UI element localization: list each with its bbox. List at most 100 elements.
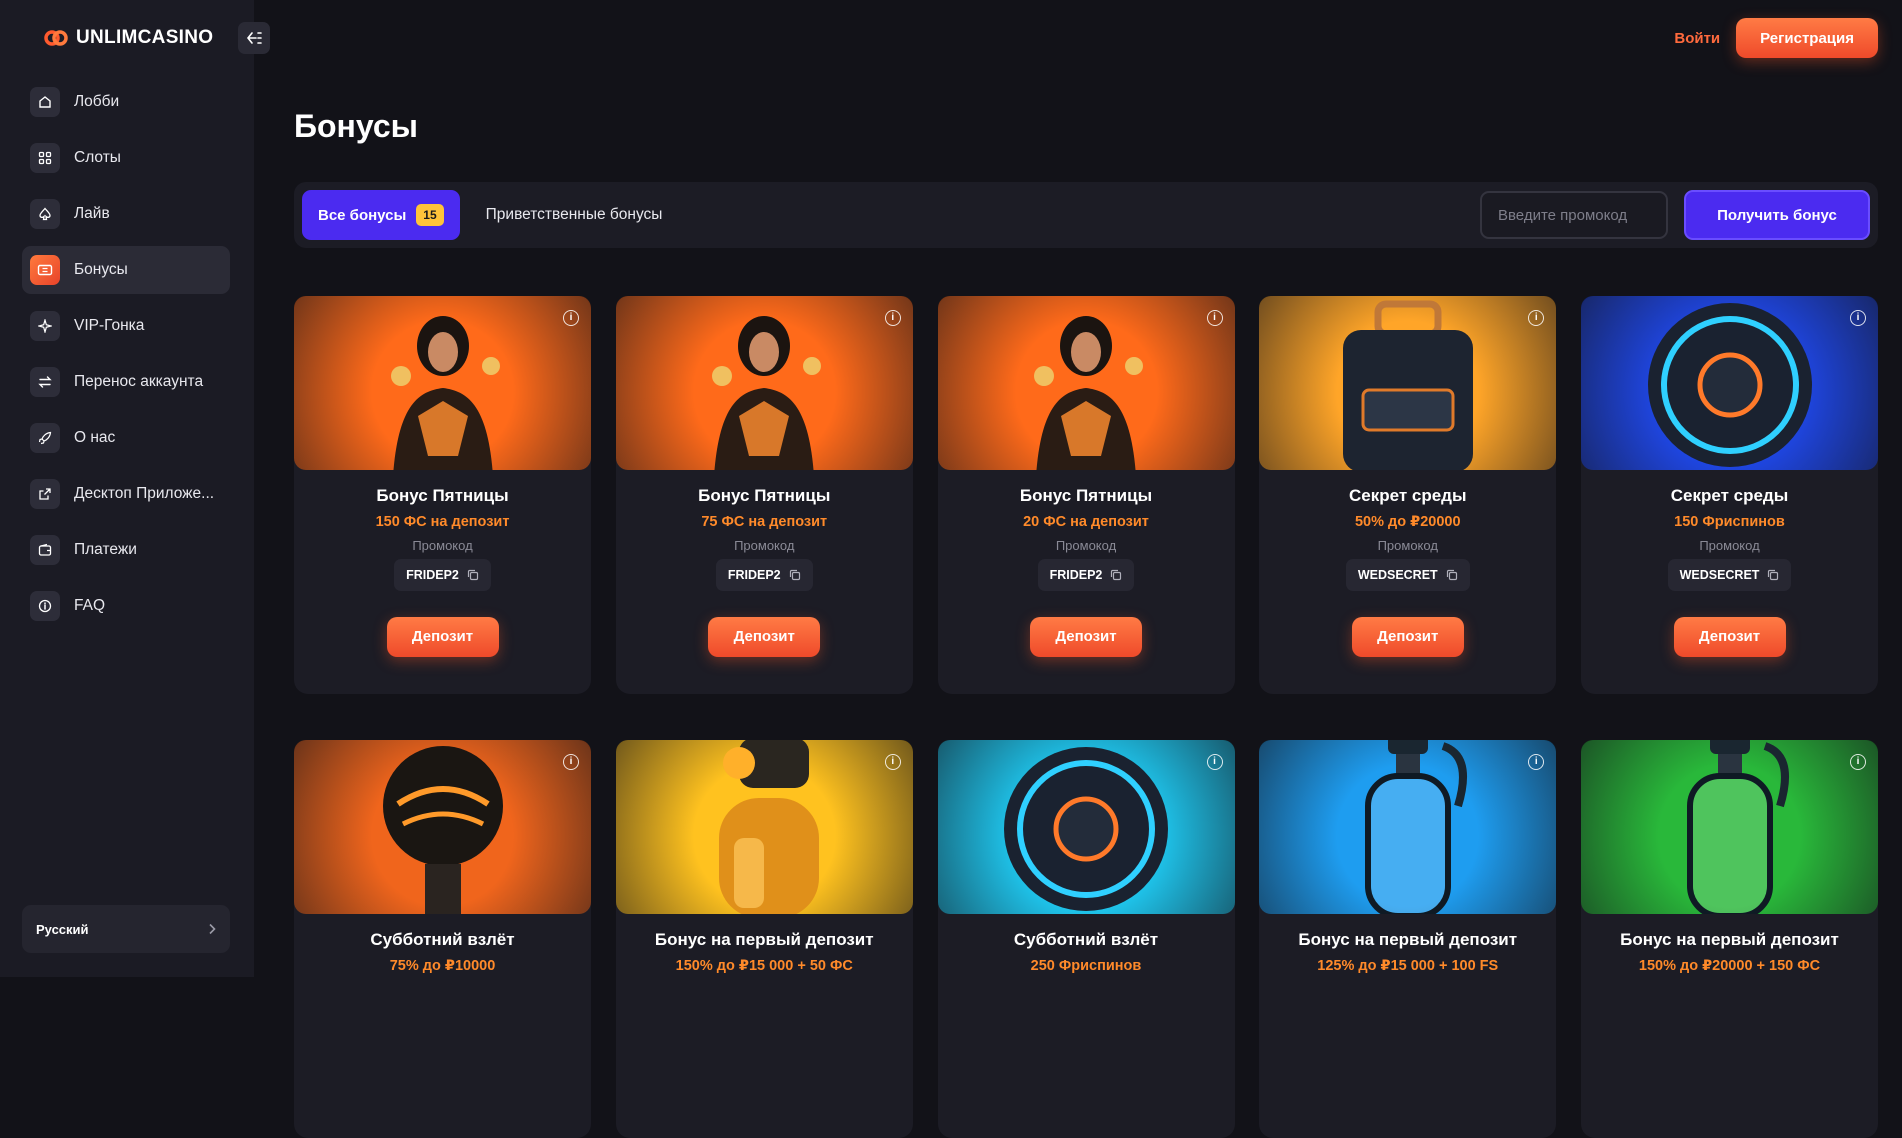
- bonus-card: i Субботний взлёт 75% до ₽10000: [294, 740, 591, 1138]
- login-link[interactable]: Войти: [1674, 30, 1720, 47]
- bonus-offer: 125% до ₽15 000 + 100 FS: [1317, 958, 1499, 974]
- bonus-title: Бонус Пятницы: [1019, 486, 1153, 505]
- sidebar-item-bonuses[interactable]: Бонусы: [22, 246, 230, 294]
- promo-code-input[interactable]: [1480, 191, 1668, 239]
- info-icon: [30, 591, 60, 621]
- sidebar-item-faq[interactable]: FAQ: [22, 582, 230, 630]
- bonus-card-image: i: [615, 296, 913, 470]
- bonus-offer: 250 Фриспинов: [1030, 958, 1142, 974]
- info-icon[interactable]: i: [1528, 754, 1545, 770]
- promo-code-copy[interactable]: FRIDEP2: [715, 559, 813, 591]
- get-bonus-button[interactable]: Получить бонус: [1684, 190, 1870, 240]
- header-actions: Войти Регистрация: [1674, 18, 1878, 58]
- sidebar-item-label: Слоты: [74, 149, 121, 166]
- transfer-icon: [30, 367, 60, 397]
- copy-icon: [467, 569, 478, 581]
- bonus-card: i Бонус на первый депозит 150% до ₽15 000 …: [615, 740, 913, 1138]
- deposit-button[interactable]: Депозит: [1030, 617, 1142, 657]
- bonus-card: i Бонус Пятницы 150 ФС на депозит Промокод F…: [294, 296, 591, 694]
- sidebar-nav: Лобби Слоты Лайв Бонусы VIP-Гонка Перено…: [22, 78, 230, 638]
- bonus-card-image: i: [1581, 740, 1878, 914]
- collapse-sidebar-button[interactable]: [238, 22, 270, 54]
- promo-code-copy[interactable]: FRIDEP2: [1037, 559, 1135, 591]
- bonus-card-image: i: [1259, 296, 1557, 470]
- bonus-offer: 20 ФС на депозит: [1023, 514, 1149, 530]
- bonus-card: i Секрет среды 50% до ₽20000 Промокод WEDSEC…: [1259, 296, 1557, 694]
- bonus-offer: 75% до ₽10000: [389, 958, 496, 974]
- language-selector[interactable]: Русский: [22, 905, 230, 953]
- sidebar-item-label: Перенос аккаунта: [74, 373, 204, 390]
- page-title: Бонусы: [294, 108, 418, 144]
- tab-all-bonuses[interactable]: Все бонусы 15: [302, 190, 460, 240]
- promo-label: Промокод: [412, 538, 473, 553]
- sidebar-item-vip-race[interactable]: VIP-Гонка: [22, 302, 230, 350]
- deposit-button[interactable]: Депозит: [1673, 617, 1786, 657]
- bonus-card-image: i: [294, 296, 591, 470]
- sidebar-item-about[interactable]: О нас: [22, 414, 230, 462]
- sparkle-icon: [30, 311, 60, 341]
- bonus-offer: 150 Фриспинов: [1674, 514, 1785, 530]
- deposit-button[interactable]: Депозит: [1351, 617, 1464, 657]
- info-icon[interactable]: i: [1206, 310, 1223, 326]
- sidebar-item-label: О нас: [74, 429, 116, 446]
- promo-code-copy[interactable]: WEDSECRET: [1345, 559, 1470, 591]
- sidebar-item-account-transfer[interactable]: Перенос аккаунта: [22, 358, 230, 406]
- info-icon[interactable]: i: [884, 310, 901, 326]
- chevron-right-icon: [209, 923, 216, 935]
- logo[interactable]: UNLIMCASINO: [44, 26, 213, 50]
- bonus-offer: 150% до ₽15 000 + 50 ФС: [675, 958, 853, 974]
- sidebar-item-label: Бонусы: [74, 261, 128, 278]
- logo-icon: [44, 26, 68, 50]
- bonus-card-image: i: [615, 740, 913, 914]
- info-icon[interactable]: i: [563, 754, 579, 770]
- sidebar-item-slots[interactable]: Слоты: [22, 134, 230, 182]
- bonus-offer: 150 ФС на депозит: [375, 514, 510, 530]
- deposit-button[interactable]: Депозит: [708, 617, 821, 657]
- bonus-card-image: i: [294, 740, 591, 914]
- sidebar: UNLIMCASINO Лобби Слоты Лайв Бонусы VIP-…: [0, 0, 270, 977]
- promo-code: FRIDEP2: [406, 568, 459, 582]
- sidebar-item-lobby[interactable]: Лобби: [22, 78, 230, 126]
- home-icon: [30, 87, 60, 117]
- logo-text: UNLIMCASINO: [76, 27, 214, 48]
- bonus-offer: 75 ФС на депозит: [701, 514, 828, 530]
- bonus-card: i Субботний взлёт 250 Фриспинов: [937, 740, 1235, 1138]
- promo-code: WEDSECRET: [1357, 568, 1438, 582]
- bonus-card-image: i: [937, 740, 1235, 914]
- bonus-title: Бонус на первый депозит: [654, 930, 874, 949]
- ticket-icon: [30, 255, 60, 285]
- tab-welcome-bonuses[interactable]: Приветственные бонусы: [486, 206, 663, 224]
- register-button[interactable]: Регистрация: [1736, 18, 1878, 58]
- bonus-offer: 50% до ₽20000: [1354, 514, 1461, 530]
- sidebar-item-label: VIP-Гонка: [74, 317, 145, 334]
- info-icon[interactable]: i: [1528, 310, 1545, 326]
- promo-code: FRIDEP2: [727, 568, 781, 582]
- bonus-title: Секрет среды: [1670, 486, 1789, 505]
- sidebar-item-desktop-app[interactable]: Десктоп Приложе...: [22, 470, 230, 518]
- info-icon[interactable]: i: [1850, 754, 1866, 770]
- copy-icon: [1768, 569, 1779, 581]
- info-icon[interactable]: i: [563, 310, 579, 326]
- bonus-grid: i Бонус Пятницы 150 ФС на депозит Промокод F…: [294, 296, 1878, 1138]
- promo-code-copy[interactable]: WEDSECRET: [1667, 559, 1792, 591]
- sidebar-item-label: Десктоп Приложе...: [74, 485, 215, 502]
- promo-code: WEDSECRET: [1679, 568, 1760, 582]
- bonus-title: Субботний взлёт: [370, 930, 515, 949]
- info-icon[interactable]: i: [1850, 310, 1866, 326]
- sidebar-item-live[interactable]: Лайв: [22, 190, 230, 238]
- deposit-button[interactable]: Депозит: [386, 617, 499, 657]
- promo-code-copy[interactable]: FRIDEP2: [394, 559, 491, 591]
- promo-code: FRIDEP2: [1049, 568, 1103, 582]
- info-icon[interactable]: i: [884, 754, 901, 770]
- bonus-card-image: i: [937, 296, 1235, 470]
- bonus-card: i Бонус на первый депозит 125% до ₽15 000 …: [1259, 740, 1557, 1138]
- bonus-title: Секрет среды: [1348, 486, 1467, 505]
- tab-label: Все бонусы: [318, 206, 407, 224]
- grid-icon: [30, 143, 60, 173]
- bonus-title: Бонус Пятницы: [698, 486, 831, 505]
- info-icon[interactable]: i: [1206, 754, 1223, 770]
- sidebar-item-payments[interactable]: Платежи: [22, 526, 230, 574]
- copy-icon: [1446, 569, 1457, 581]
- bonus-card: i Бонус Пятницы 20 ФС на депозит Промокод FR…: [937, 296, 1235, 694]
- rocket-icon: [30, 423, 60, 453]
